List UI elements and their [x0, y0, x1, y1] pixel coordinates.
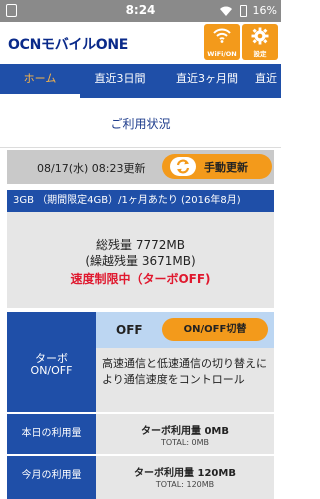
page-title: ご利用状況 [110, 117, 171, 131]
tab-label: 直近3日間 [94, 72, 146, 85]
turbo-state: OFF [116, 323, 143, 337]
status-bar: 8:24 16% [0, 0, 281, 22]
tab-bar: ホーム 直近3日間 直近3ヶ月間 直近 [0, 64, 281, 98]
manual-update-label: 手動更新 [204, 161, 248, 174]
last-updated-time: 08/17(水) 08:23更新 [37, 162, 146, 175]
tab-label: 直近3ヶ月間 [176, 72, 238, 85]
tab-label: 直近 [255, 72, 277, 85]
battery-icon [240, 5, 247, 17]
turbo-usage-today: ターボ利用量 0MB [140, 426, 229, 437]
turbo-description: 高速通信と低速通信の切り替えにより通信速度をコントロール [96, 348, 274, 412]
wifi-toggle-button[interactable]: WiFi/ON [204, 24, 240, 60]
wifi-button-label: WiFi/ON [207, 50, 237, 58]
turbo-usage-month: ターボ利用量 120MB [134, 468, 236, 479]
wifi-icon [213, 28, 231, 43]
plan-info-bar: 3GB （期間限定4GB）/1ヶ月あたり (2016年8月) [7, 190, 274, 212]
tab-last-3-months[interactable]: 直近3ヶ月間 [164, 64, 250, 98]
gear-icon [251, 27, 269, 45]
settings-button-label: 設定 [253, 50, 267, 58]
tab-label: ホーム [23, 72, 57, 85]
turbo-toggle-button[interactable]: ON/OFF切替 [162, 318, 268, 341]
usage-month-label: 今月の利用量 [7, 456, 96, 499]
total-usage-today: TOTAL: 0MB [160, 438, 210, 447]
turbo-label-line2: ON/OFF [30, 364, 73, 377]
remaining-data-panel: 総残量 7772MB (繰越残量 3671MB) 速度制限中（ターボOFF) [7, 212, 274, 308]
ocn-logo: OCNモバイルONE [8, 37, 129, 53]
turbo-state-cell: OFF ON/OFF切替 [96, 312, 274, 348]
total-usage-month: TOTAL: 120MB [155, 480, 215, 489]
tab-home[interactable]: ホーム [0, 64, 80, 98]
tab-last-3-days[interactable]: 直近3日間 [80, 64, 160, 98]
settings-button[interactable]: 設定 [242, 24, 278, 60]
update-row: 08/17(水) 08:23更新 手動更新 [7, 150, 274, 184]
wifi-icon [220, 6, 232, 16]
refresh-icon [170, 157, 196, 176]
total-remaining: 総残量 7772MB [96, 238, 185, 252]
usage-today-label: 本日の利用量 [7, 414, 96, 454]
app-header: OCNモバイルONE WiFi/ON 設定 [0, 22, 281, 64]
battery-percent: 16% [252, 4, 277, 17]
status-time: 8:24 [125, 3, 156, 17]
carryover-remaining: (繰越残量 3671MB) [85, 254, 196, 268]
manual-update-button[interactable]: 手動更新 [162, 154, 272, 179]
turbo-label-cell: ターボ ON/OFF [7, 312, 96, 412]
speed-limit-warning: 速度制限中（ターボOFF) [70, 272, 211, 286]
usage-today-value: ターボ利用量 0MB TOTAL: 0MB [96, 414, 274, 454]
usage-month-value: ターボ利用量 120MB TOTAL: 120MB [96, 456, 274, 499]
tab-recent-partial[interactable]: 直近 [255, 64, 281, 98]
